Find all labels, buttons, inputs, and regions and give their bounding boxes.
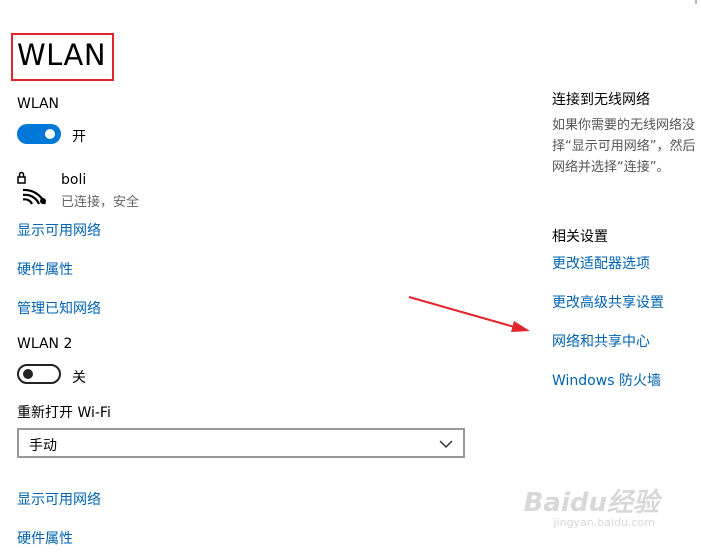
wlan2-toggle[interactable]	[17, 364, 61, 384]
chevron-down-icon	[439, 436, 453, 455]
description-line: 择“显示可用网络”，然后	[552, 139, 696, 154]
wlan2-toggle-state: 关	[72, 370, 86, 386]
wlan-section-label: WLAN	[17, 96, 60, 112]
description-line: 如果你需要的无线网络没	[552, 118, 696, 133]
description-line: 网络并选择“连接”。	[552, 160, 670, 175]
wlan2-hardware-properties-link[interactable]: 硬件属性	[17, 528, 73, 548]
toggle-knob	[45, 129, 55, 139]
wlan-toggle-state: 开	[72, 129, 86, 145]
hardware-properties-link[interactable]: 硬件属性	[17, 259, 73, 279]
connect-wireless-heading: 连接到无线网络	[552, 92, 650, 108]
baidu-watermark-url: jingyan.baidu.com	[553, 516, 655, 529]
change-advanced-sharing-link[interactable]: 更改高级共享设置	[552, 292, 664, 312]
reopen-wifi-label: 重新打开 Wi-Fi	[17, 405, 111, 421]
connect-wireless-description: 如果你需要的无线网络没 择“显示可用网络”，然后 网络并选择“连接”。	[552, 115, 695, 178]
windows-firewall-link[interactable]: Windows 防火墙	[552, 370, 661, 390]
baidu-watermark-logo: Baidu经验	[523, 488, 659, 518]
manage-known-networks-link[interactable]: 管理已知网络	[17, 298, 101, 318]
network-status: 已连接，安全	[61, 195, 140, 210]
dropdown-selected-value: 手动	[29, 438, 57, 454]
wlan2-show-available-networks-link[interactable]: 显示可用网络	[17, 489, 101, 509]
show-available-networks-link[interactable]: 显示可用网络	[17, 220, 101, 240]
reopen-wifi-dropdown[interactable]: 手动	[17, 428, 465, 458]
wifi-secured-icon[interactable]	[17, 170, 49, 206]
wlan-toggle[interactable]	[17, 124, 61, 144]
change-adapter-options-link[interactable]: 更改适配器选项	[552, 253, 650, 273]
toggle-knob	[23, 369, 33, 379]
annotation-arrow	[408, 296, 530, 332]
network-sharing-center-link[interactable]: 网络和共享中心	[552, 331, 650, 351]
related-settings-heading: 相关设置	[552, 229, 608, 245]
network-ssid[interactable]: boli	[61, 172, 86, 188]
window-edge-mark	[695, 0, 697, 4]
wlan2-section-label: WLAN 2	[17, 336, 73, 352]
page-title: WLAN	[17, 38, 107, 72]
